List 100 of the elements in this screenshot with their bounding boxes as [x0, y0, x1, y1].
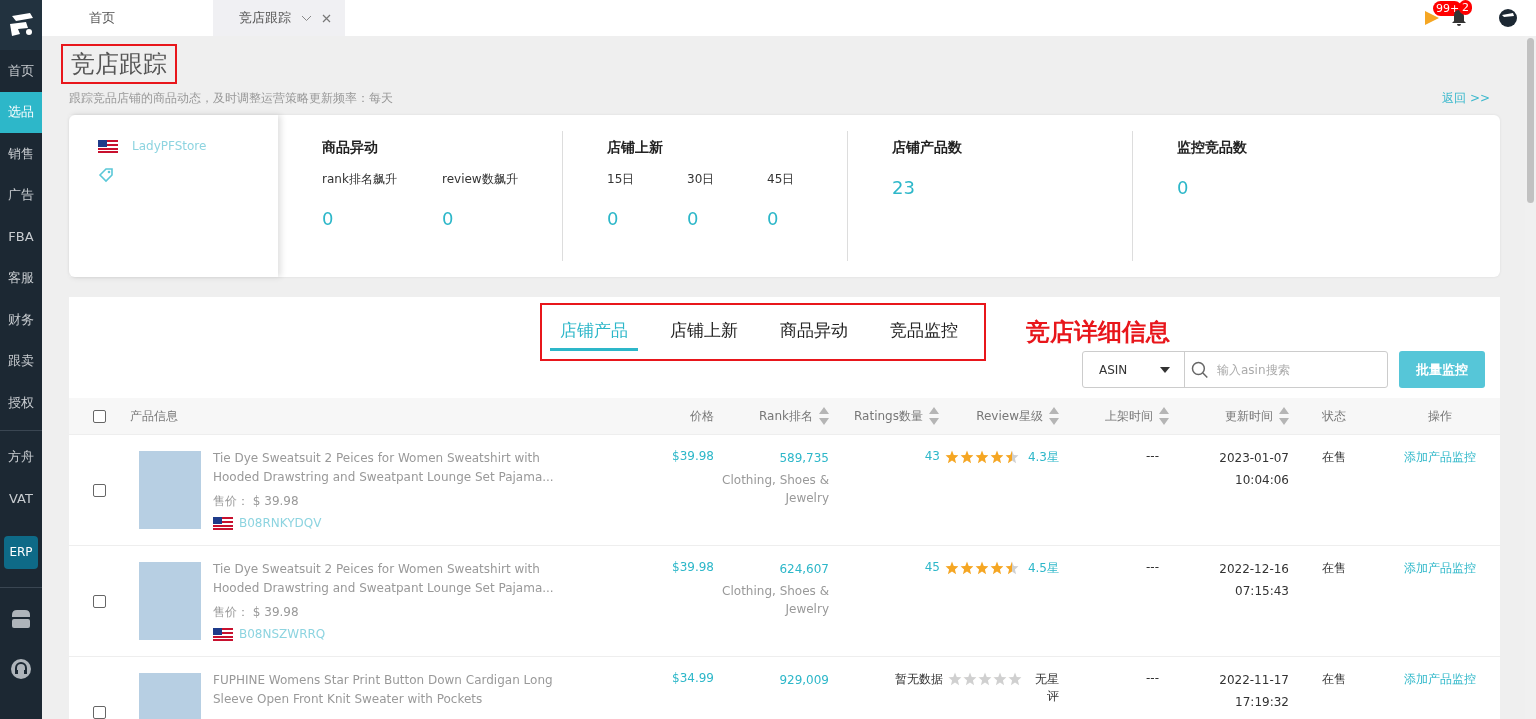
headset-icon[interactable]: [10, 657, 32, 680]
section-tab[interactable]: 商品异动: [769, 315, 858, 351]
category-text: Clothing, Shoes & Jewelry: [721, 472, 829, 507]
stat-title: 商品异动: [322, 139, 379, 157]
chevron-down-icon[interactable]: [301, 14, 312, 22]
notification-badge: 2: [1459, 0, 1472, 15]
search-icon: [1191, 360, 1209, 379]
stat-value: 0: [607, 208, 620, 229]
type-dropdown[interactable]: ASIN: [1083, 352, 1186, 387]
sidebar-item[interactable]: 客服: [0, 257, 42, 299]
column-header: 价格: [690, 407, 714, 425]
stat-value: 0: [1177, 177, 1190, 198]
column-header: 产品信息: [130, 407, 178, 425]
column-header: 操作: [1427, 407, 1452, 425]
update-date: 2022-12-16: [1219, 561, 1289, 578]
row-checkbox[interactable]: [92, 705, 106, 719]
sidebar-item[interactable]: 广告: [0, 174, 42, 216]
ratings-count: 暂无数据: [895, 671, 943, 688]
update-time: 07:15:43: [1235, 583, 1289, 600]
section-tab[interactable]: 店铺上新: [659, 315, 748, 351]
flag-icon[interactable]: [1424, 10, 1440, 26]
review-score: 无星评: [1034, 671, 1059, 705]
us-flag-icon: [98, 139, 118, 153]
annotation-label: 竞店详细信息: [1025, 317, 1170, 348]
scrollbar-thumb[interactable]: [1527, 38, 1534, 203]
update-time: 10:04:06: [1235, 472, 1289, 489]
erp-button[interactable]: ERP: [4, 535, 38, 569]
column-header[interactable]: 上架时间: [1105, 407, 1169, 425]
product-title[interactable]: Tie Dye Sweatsuit 2 Peices for Women Sweatshirt with Hooded Drawstring and Sweatpant Lounge Set Pajama...: [213, 560, 573, 598]
product-title[interactable]: Tie Dye Sweatsuit 2 Peices for Women Sweatshirt with Hooded Drawstring and Sweatpant Lounge Set Pajama...: [213, 449, 573, 487]
listed-time: ---: [1146, 560, 1159, 574]
caret-icon: [1160, 366, 1171, 373]
stat-label: 30日: [687, 171, 716, 188]
sale-price: 售价： $ 39.98: [213, 493, 300, 510]
sidebar-item[interactable]: 首页: [0, 50, 42, 92]
stat-value: 0: [687, 208, 700, 229]
avatar-icon[interactable]: [1498, 8, 1518, 28]
stat-label: review数飙升: [442, 171, 519, 188]
update-date: 2023-01-07: [1219, 450, 1289, 467]
column-header[interactable]: Ratings数量: [854, 407, 939, 425]
status-text: 在售: [1322, 450, 1346, 464]
close-icon[interactable]: [322, 13, 331, 23]
listed-time: ---: [1146, 671, 1159, 685]
column-header: 状态: [1322, 407, 1346, 425]
product-title[interactable]: FUPHINE Womens Star Print Button Down Cardigan Long Sleeve Open Front Knit Sweater with Pockets: [213, 671, 573, 709]
sale-price: 售价： $ 39.98: [213, 604, 300, 621]
page-subtitle: 跟踪竞品店铺的商品动态，及时调整运营策略更新频率：每天: [69, 90, 393, 107]
ratings-count: 43: [924, 449, 940, 463]
page-title: 竞店跟踪: [61, 44, 177, 84]
stat-value: 23: [892, 177, 916, 198]
price-text: $34.99: [672, 671, 714, 685]
row-checkbox[interactable]: [92, 483, 106, 497]
status-text: 在售: [1322, 561, 1346, 575]
store-icon[interactable]: [10, 608, 32, 629]
rank-link[interactable]: 589,735: [779, 449, 829, 467]
row-checkbox[interactable]: [92, 594, 106, 608]
sidebar-item[interactable]: VAT: [0, 478, 42, 520]
stat-value: 0: [767, 208, 780, 229]
logo-icon[interactable]: [0, 0, 42, 50]
update-time: 17:19:32: [1235, 694, 1289, 711]
stat-label: 15日: [607, 171, 636, 188]
stat-title: 店铺上新: [607, 139, 664, 157]
stat-title: 店铺产品数: [892, 139, 963, 157]
search-field[interactable]: ASIN 输入asin搜索: [1082, 351, 1388, 388]
sidebar-item[interactable]: 方舟: [0, 436, 42, 478]
add-monitor-link[interactable]: 添加产品监控: [1403, 672, 1476, 686]
stat-value: 0: [322, 208, 335, 229]
sidebar-item[interactable]: 选品: [0, 91, 42, 133]
column-header[interactable]: Rank排名: [759, 407, 829, 425]
price-text: $39.98: [672, 449, 714, 463]
us-flag-icon: [213, 516, 233, 530]
us-flag-icon: [213, 627, 233, 641]
add-monitor-link[interactable]: 添加产品监控: [1403, 561, 1476, 575]
listed-time: ---: [1146, 449, 1159, 463]
rank-link[interactable]: 624,607: [779, 560, 829, 578]
stat-label: 45日: [767, 171, 796, 188]
rank-link[interactable]: 929,009: [779, 671, 829, 689]
sidebar-item[interactable]: 销售: [0, 133, 42, 175]
add-monitor-link[interactable]: 添加产品监控: [1403, 450, 1476, 464]
column-header[interactable]: Review星级: [976, 407, 1059, 425]
stat-title: 监控竞品数: [1177, 139, 1248, 157]
sidebar-item[interactable]: 跟卖: [0, 340, 42, 382]
stat-label: rank排名飙升: [322, 171, 398, 188]
review-score: 4.5星: [1027, 560, 1059, 577]
section-tab[interactable]: 竞品监控: [879, 315, 968, 351]
sidebar-item[interactable]: 授权: [0, 382, 42, 424]
page-tab[interactable]: 竞店跟踪: [213, 0, 345, 36]
column-header[interactable]: 更新时间: [1225, 407, 1289, 425]
review-score: 4.3星: [1027, 449, 1059, 466]
stat-value: 0: [442, 208, 455, 229]
status-text: 在售: [1322, 672, 1346, 686]
sidebar-item[interactable]: 财务: [0, 299, 42, 341]
sidebar-item[interactable]: FBA: [0, 216, 42, 258]
section-tab[interactable]: 店铺产品: [549, 315, 638, 351]
ratings-count: 45: [924, 560, 940, 574]
select-all-checkbox[interactable]: [92, 409, 106, 423]
update-date: 2022-11-17: [1219, 672, 1289, 689]
price-text: $39.98: [672, 560, 714, 574]
category-text: Clothing, Shoes & Jewelry: [721, 583, 829, 618]
page-tab[interactable]: 首页: [42, 0, 213, 36]
